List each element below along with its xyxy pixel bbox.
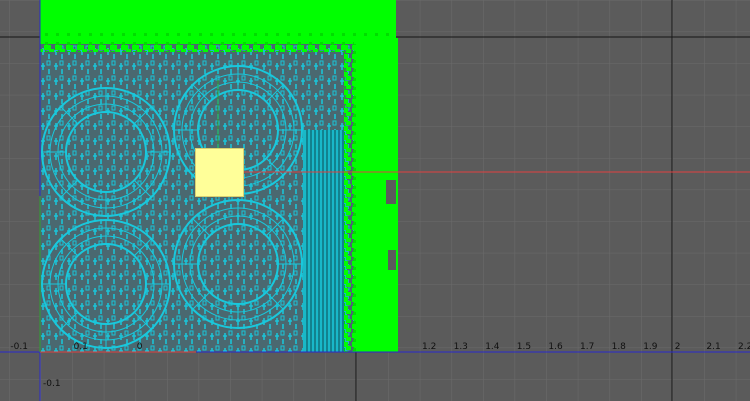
green-band-top-texture <box>40 30 396 52</box>
green-band-right-texture <box>344 44 364 352</box>
pivot-handle[interactable] <box>195 148 244 197</box>
uv-grid-canvas[interactable] <box>0 0 750 401</box>
green-band-right-notch-2 <box>388 250 396 270</box>
uv-strip-shell <box>303 130 347 352</box>
green-band-right-notch-1 <box>386 180 396 204</box>
uv-editor-viewport[interactable]: -0.1 0.1 0 1.2 1.3 1.4 1.5 1.6 1.7 1.8 1.9 2 2.1 2.2-… <box>0 0 750 401</box>
